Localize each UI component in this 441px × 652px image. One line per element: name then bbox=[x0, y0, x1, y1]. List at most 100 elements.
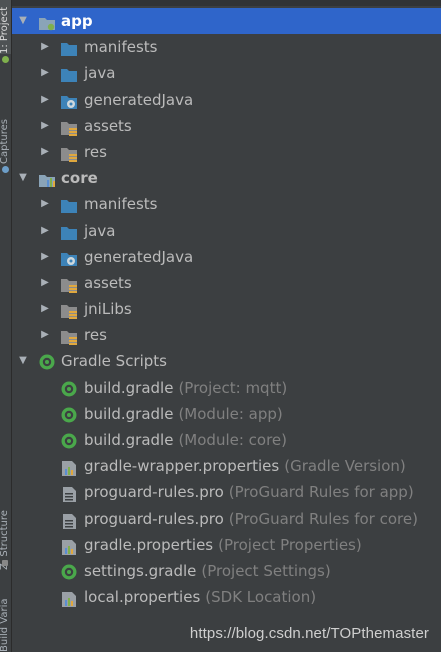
properties-file-icon bbox=[60, 458, 78, 477]
properties-file-icon bbox=[60, 589, 78, 608]
resource-folder-icon bbox=[60, 275, 78, 293]
tree-node-generatedjava[interactable]: ▶ generatedJava bbox=[12, 87, 441, 113]
expand-arrow-icon[interactable]: ▶ bbox=[38, 244, 52, 270]
tree-node-label: java bbox=[84, 64, 116, 83]
tree-node-label: manifests bbox=[84, 38, 158, 57]
project-side-tab[interactable]: 1: Project bbox=[0, 0, 11, 54]
file-hint: (Project: mqtt) bbox=[178, 378, 288, 397]
gradle-file-gradle-properties[interactable]: gradle.properties (Project Properties) bbox=[12, 532, 441, 558]
module-folder-icon bbox=[38, 13, 56, 31]
tree-node-label: res bbox=[84, 142, 107, 161]
file-name: proguard-rules.pro bbox=[84, 483, 224, 502]
file-hint: (Module: app) bbox=[178, 404, 283, 423]
file-hint: (Module: core) bbox=[178, 431, 288, 449]
file-hint: (Project Properties) bbox=[218, 535, 362, 554]
expand-arrow-icon[interactable]: ▶ bbox=[38, 139, 52, 165]
file-name: gradle.properties bbox=[84, 535, 214, 554]
tree-node-label: res bbox=[84, 326, 107, 345]
file-name: build.gradle bbox=[84, 378, 174, 397]
android-icon bbox=[2, 56, 9, 63]
expand-arrow-icon[interactable]: ▼ bbox=[16, 8, 30, 34]
tree-node-res[interactable]: ▶ res bbox=[12, 139, 441, 165]
tree-node-label: assets bbox=[84, 116, 132, 135]
file-name: settings.gradle bbox=[84, 561, 197, 580]
library-module-icon bbox=[38, 170, 56, 188]
folder-icon bbox=[60, 65, 78, 83]
folder-icon bbox=[60, 39, 78, 57]
tree-node-label: jniLibs bbox=[84, 300, 132, 319]
resource-folder-icon bbox=[60, 301, 78, 320]
expand-arrow-icon[interactable]: ▼ bbox=[16, 165, 30, 191]
gradle-file-build-gradle-app[interactable]: build.gradle (Module: app) bbox=[12, 401, 441, 427]
gradle-file-proguard-rules-app[interactable]: proguard-rules.pro (ProGuard Rules for ap… bbox=[12, 479, 441, 505]
generated-folder-icon bbox=[60, 249, 78, 266]
left-tool-strip: 1: Project Captures Z: Structure Build V… bbox=[0, 0, 12, 652]
folder-icon bbox=[60, 196, 78, 214]
tree-node-label: generatedJava bbox=[84, 90, 194, 109]
file-hint: (ProGuard Rules for core) bbox=[228, 509, 418, 528]
tree-node-label: core bbox=[61, 169, 98, 188]
build-variants-side-tab[interactable]: Build Variants bbox=[0, 598, 11, 652]
watermark-text: https://blog.csdn.net/TOPthemaster bbox=[189, 625, 429, 642]
tree-node-assets[interactable]: ▶ assets bbox=[12, 270, 441, 296]
file-hint: (Gradle Version) bbox=[284, 457, 406, 476]
expand-arrow-icon[interactable]: ▶ bbox=[38, 113, 52, 139]
gradle-icon bbox=[60, 563, 78, 580]
file-name: local.properties bbox=[84, 588, 201, 607]
tree-node-app[interactable]: ▼ app bbox=[12, 8, 441, 35]
tree-node-res[interactable]: ▶ res bbox=[12, 322, 441, 348]
tree-node-jnilibs[interactable]: ▶ jniLibs bbox=[12, 296, 441, 322]
file-hint: (SDK Location) bbox=[205, 588, 317, 607]
gradle-file-build-gradle-core[interactable]: build.gradle (Module: core) bbox=[12, 427, 441, 453]
file-name: build.gradle bbox=[84, 404, 174, 423]
tree-node-java[interactable]: ▶ java bbox=[12, 218, 441, 244]
gradle-file-build-gradle-project[interactable]: build.gradle (Project: mqtt) bbox=[12, 375, 441, 401]
generated-folder-icon bbox=[60, 92, 78, 109]
captures-icon bbox=[2, 166, 9, 173]
tree-node-manifests[interactable]: ▶ manifests bbox=[12, 191, 441, 217]
tree-node-generatedjava[interactable]: ▶ generatedJava bbox=[12, 244, 441, 270]
tree-node-label: assets bbox=[84, 273, 132, 292]
tree-node-gradle-scripts[interactable]: ▼ Gradle Scripts bbox=[12, 348, 441, 374]
tree-node-label: Gradle Scripts bbox=[61, 352, 167, 371]
gradle-file-local-properties[interactable]: local.properties (SDK Location) bbox=[12, 584, 441, 610]
resource-folder-icon bbox=[60, 327, 78, 346]
properties-file-icon bbox=[60, 537, 78, 555]
expand-arrow-icon[interactable]: ▼ bbox=[16, 348, 30, 374]
project-tool-window: 1: Project Captures Z: Structure Build V… bbox=[0, 0, 441, 652]
gradle-file-gradle-wrapper-properties[interactable]: gradle-wrapper.properties (Gradle Version… bbox=[12, 453, 441, 479]
text-file-icon bbox=[60, 511, 78, 529]
gradle-file-settings-gradle[interactable]: settings.gradle (Project Settings) bbox=[12, 558, 441, 584]
project-tree: ▼ app ▶ manifests ▶ java ▶ generatedJava… bbox=[12, 8, 441, 610]
expand-arrow-icon[interactable]: ▶ bbox=[38, 34, 52, 60]
gradle-icon bbox=[60, 406, 78, 423]
expand-arrow-icon[interactable]: ▶ bbox=[38, 296, 52, 322]
structure-side-tab[interactable]: Z: Structure bbox=[0, 470, 11, 570]
expand-arrow-icon[interactable]: ▶ bbox=[38, 322, 52, 348]
tree-node-java[interactable]: ▶ java bbox=[12, 60, 441, 86]
gradle-icon bbox=[60, 432, 78, 449]
tree-node-label: app bbox=[61, 12, 93, 30]
expand-arrow-icon[interactable]: ▶ bbox=[38, 87, 52, 113]
tree-node-label: java bbox=[84, 221, 116, 240]
text-file-icon bbox=[60, 484, 78, 503]
file-name: gradle-wrapper.properties bbox=[84, 457, 280, 476]
captures-side-tab[interactable]: Captures bbox=[0, 86, 11, 164]
tree-node-label: manifests bbox=[84, 195, 158, 214]
gradle-icon bbox=[60, 380, 78, 397]
file-name: build.gradle bbox=[84, 431, 174, 449]
gradle-icon bbox=[38, 353, 56, 370]
tree-node-assets[interactable]: ▶ assets bbox=[12, 113, 441, 139]
tree-node-core[interactable]: ▼ core bbox=[12, 165, 441, 191]
expand-arrow-icon[interactable]: ▶ bbox=[38, 60, 52, 86]
expand-arrow-icon[interactable]: ▶ bbox=[38, 218, 52, 244]
tree-node-label: generatedJava bbox=[84, 247, 194, 266]
expand-arrow-icon[interactable]: ▶ bbox=[38, 191, 52, 217]
folder-icon bbox=[60, 223, 78, 240]
file-hint: (Project Settings) bbox=[201, 561, 331, 580]
tree-node-manifests[interactable]: ▶ manifests bbox=[12, 34, 441, 60]
structure-icon bbox=[2, 560, 8, 566]
gradle-file-proguard-rules-core[interactable]: proguard-rules.pro (ProGuard Rules for co… bbox=[12, 506, 441, 532]
expand-arrow-icon[interactable]: ▶ bbox=[38, 270, 52, 296]
panel-header-remnant bbox=[12, 0, 441, 6]
